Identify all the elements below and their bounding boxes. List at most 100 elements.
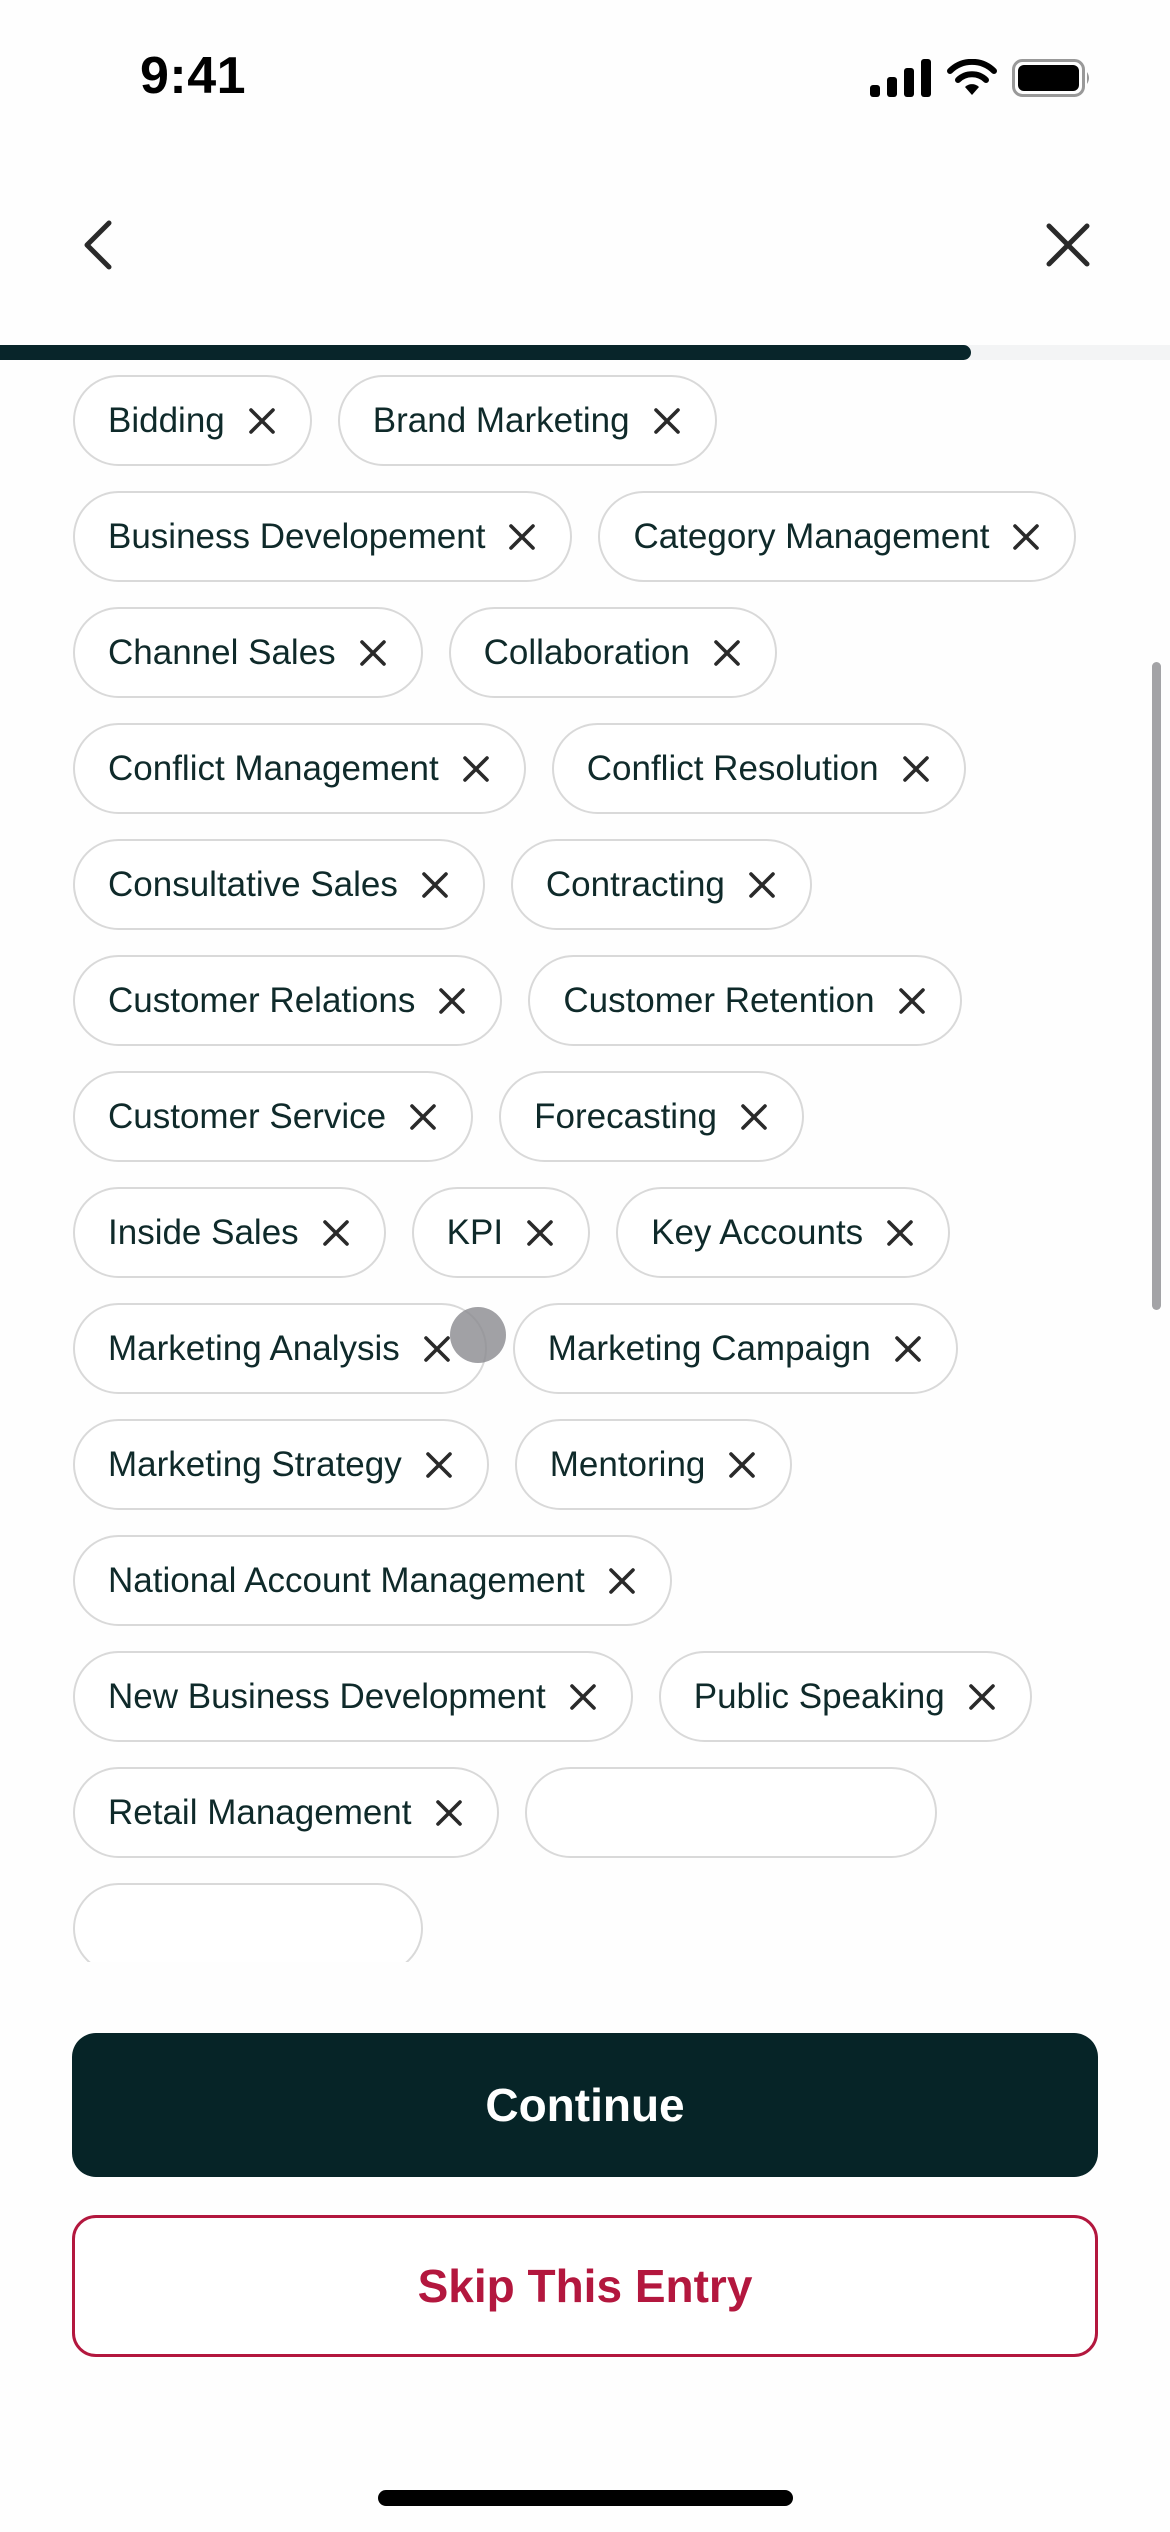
close-icon	[359, 639, 386, 666]
close-icon	[322, 1219, 349, 1246]
close-button[interactable]	[1033, 210, 1103, 280]
close-icon	[887, 1219, 913, 1246]
scrollbar[interactable]	[1152, 662, 1161, 1310]
close-icon	[423, 1335, 450, 1362]
remove-chip-button[interactable]	[885, 1218, 915, 1248]
close-icon	[509, 523, 536, 550]
skill-chip[interactable]: Key Accounts	[616, 1187, 951, 1278]
skill-chip-label: New Business Development	[108, 1676, 546, 1716]
close-icon	[410, 1103, 436, 1130]
skill-chip[interactable]: Public Speaking	[658, 1651, 1032, 1742]
skill-chip-label: Public Speaking	[693, 1676, 945, 1716]
remove-chip-button[interactable]	[434, 1798, 464, 1828]
remove-chip-button[interactable]	[1011, 522, 1041, 552]
skill-chip-label: Marketing Strategy	[108, 1444, 402, 1484]
skill-chip-label: Conflict Resolution	[586, 748, 879, 788]
skill-chip[interactable]: Channel Sales	[73, 607, 423, 698]
close-icon	[902, 755, 929, 782]
continue-button[interactable]: Continue	[72, 2033, 1098, 2177]
skill-chip-label: Brand Marketing	[372, 400, 630, 440]
close-icon	[439, 987, 466, 1014]
skill-chip-label: Customer Relations	[108, 980, 416, 1020]
remove-chip-button[interactable]	[712, 638, 742, 668]
close-icon	[729, 1451, 756, 1478]
skill-chip[interactable]: Customer Service	[73, 1071, 474, 1162]
skill-chip[interactable]	[524, 1767, 937, 1858]
skill-chip-label: Consultative Sales	[108, 864, 398, 904]
skill-chip[interactable]: Customer Retention	[528, 955, 962, 1046]
skill-chip[interactable]: Collaboration	[448, 607, 777, 698]
skill-chip[interactable]: National Account Management	[73, 1535, 672, 1626]
skill-chip-label: Marketing Campaign	[547, 1328, 871, 1368]
skill-chip-label: Contracting	[545, 864, 725, 904]
remove-chip-button[interactable]	[321, 1218, 351, 1248]
skill-chip[interactable]: Mentoring	[514, 1419, 793, 1510]
remove-chip-button[interactable]	[424, 1450, 454, 1480]
remove-chip-button[interactable]	[507, 522, 537, 552]
skill-chip[interactable]: Retail Management	[73, 1767, 499, 1858]
remove-chip-button[interactable]	[422, 1334, 452, 1364]
back-button[interactable]	[62, 210, 132, 280]
skill-chip-label: Customer Service	[108, 1096, 387, 1136]
skill-chip-label: Business Developement	[108, 516, 486, 556]
skill-chip[interactable]: New Business Development	[73, 1651, 633, 1742]
close-icon	[462, 755, 489, 782]
close-icon	[749, 871, 775, 898]
remove-chip-button[interactable]	[247, 406, 277, 436]
home-indicator	[378, 2490, 793, 2506]
skill-chip[interactable]: Category Management	[598, 491, 1077, 582]
cellular-signal-icon	[870, 59, 931, 97]
progress-bar	[0, 345, 1170, 360]
close-icon	[894, 1335, 921, 1362]
skill-chip[interactable]: Business Developement	[73, 491, 573, 582]
remove-chip-button[interactable]	[568, 1682, 598, 1712]
skill-chip[interactable]: Conflict Management	[73, 723, 526, 814]
skill-chip-label: Forecasting	[534, 1096, 718, 1136]
skill-chip[interactable]: Customer Relations	[73, 955, 503, 1046]
remove-chip-button[interactable]	[901, 754, 931, 784]
close-icon	[569, 1683, 596, 1710]
skill-chip[interactable]: Marketing Strategy	[73, 1419, 489, 1510]
skill-chip[interactable]: Marketing Analysis	[73, 1303, 487, 1394]
skill-chip[interactable]: Inside Sales	[73, 1187, 386, 1278]
skill-chip[interactable]: KPI	[411, 1187, 591, 1278]
skill-chip[interactable]: Contracting	[510, 839, 812, 930]
skill-chip-label: Category Management	[633, 516, 990, 556]
nav-bar	[0, 180, 1170, 310]
remove-chip-button[interactable]	[967, 1682, 997, 1712]
remove-chip-button[interactable]	[408, 1102, 438, 1132]
close-icon	[248, 407, 275, 434]
skill-chip-label: Channel Sales	[108, 632, 336, 672]
skip-entry-button[interactable]: Skip This Entry	[72, 2215, 1098, 2357]
skill-chip[interactable]	[73, 1883, 423, 1962]
remove-chip-button[interactable]	[747, 870, 777, 900]
skill-chip[interactable]: Consultative Sales	[73, 839, 485, 930]
remove-chip-button[interactable]	[893, 1334, 923, 1364]
skill-chip[interactable]: Conflict Resolution	[551, 723, 966, 814]
close-icon	[898, 987, 925, 1014]
progress-fill	[0, 345, 972, 360]
remove-chip-button[interactable]	[437, 986, 467, 1016]
skill-chip[interactable]: Forecasting	[499, 1071, 805, 1162]
skill-chip[interactable]: Marketing Campaign	[512, 1303, 958, 1394]
close-icon	[435, 1799, 462, 1826]
skill-chip-label: National Account Management	[108, 1560, 585, 1600]
status-bar: 9:41	[0, 0, 1170, 150]
remove-chip-button[interactable]	[461, 754, 491, 784]
skill-chip-label: Bidding	[108, 400, 225, 440]
close-icon	[422, 871, 448, 898]
remove-chip-button[interactable]	[525, 1218, 555, 1248]
close-icon	[425, 1451, 452, 1478]
wifi-icon	[947, 59, 997, 95]
remove-chip-button[interactable]	[739, 1102, 769, 1132]
skill-chip[interactable]: Bidding	[73, 375, 312, 466]
remove-chip-button[interactable]	[652, 406, 682, 436]
skill-chip[interactable]: Brand Marketing	[337, 375, 717, 466]
remove-chip-button[interactable]	[607, 1566, 637, 1596]
remove-chip-button[interactable]	[420, 870, 450, 900]
remove-chip-button[interactable]	[727, 1450, 757, 1480]
remove-chip-button[interactable]	[358, 638, 388, 668]
close-icon	[1046, 223, 1090, 267]
remove-chip-button[interactable]	[897, 986, 927, 1016]
skills-list[interactable]: Bidding Brand Marketing Business Developem…	[0, 362, 1170, 1962]
